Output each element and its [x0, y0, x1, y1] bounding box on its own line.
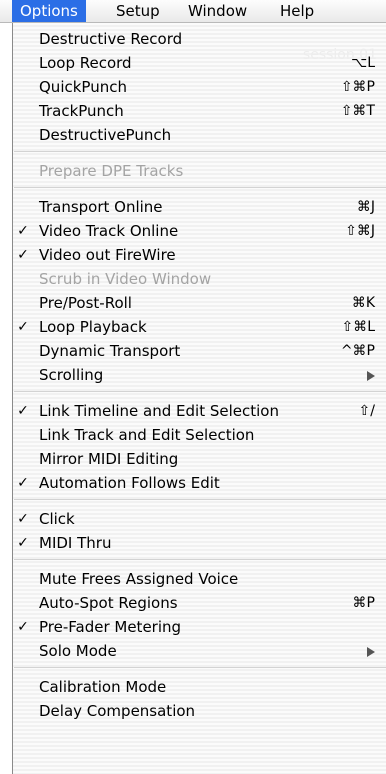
menu-help[interactable]: Help	[272, 0, 322, 22]
menu-item-label: Link Track and Edit Selection	[39, 426, 255, 444]
keyboard-shortcut: ⇧⌘L	[341, 319, 375, 335]
menu-item-scrolling[interactable]: Scrolling	[14, 363, 386, 387]
keyboard-shortcut: ⇧⌘J	[345, 223, 375, 239]
menu-item-automation-follows-edit[interactable]: ✓ Automation Follows Edit	[14, 471, 386, 495]
menu-item-label: Loop Record	[39, 54, 132, 72]
menu-item-video-track-online[interactable]: ✓ Video Track Online ⇧⌘J	[14, 219, 386, 243]
keyboard-shortcut: ⇧⌘P	[340, 79, 375, 95]
menu-separator	[14, 559, 386, 560]
background-window-edge	[0, 23, 12, 774]
menu-item-calibration-mode[interactable]: Calibration Mode	[14, 675, 386, 699]
checkmark-icon: ✓	[17, 319, 29, 335]
menu-item-label: Video Track Online	[39, 222, 179, 240]
keyboard-shortcut: ⇧/	[358, 403, 375, 419]
menu-item-loop-playback[interactable]: ✓ Loop Playback ⇧⌘L	[14, 315, 386, 339]
checkmark-icon: ✓	[17, 403, 29, 419]
menu-item-quickpunch[interactable]: QuickPunch ⇧⌘P	[14, 75, 386, 99]
menu-separator	[14, 391, 386, 392]
menu-item-label: Automation Follows Edit	[39, 474, 220, 492]
menu-item-video-out-firewire[interactable]: ✓ Video out FireWire	[14, 243, 386, 267]
menu-item-label: Pre/Post-Roll	[39, 294, 132, 312]
menu-item-label: Auto-Spot Regions	[39, 594, 178, 612]
menu-setup[interactable]: Setup	[108, 0, 168, 22]
menu-item-auto-spot-regions[interactable]: Auto-Spot Regions ⌘P	[14, 591, 386, 615]
menu-item-label: TrackPunch	[39, 102, 124, 120]
checkmark-icon: ✓	[17, 619, 29, 635]
keyboard-shortcut: ⇧⌘T	[340, 103, 375, 119]
menu-item-destructive-record[interactable]: Destructive Record	[14, 27, 386, 51]
menu-separator	[14, 499, 386, 500]
menu-item-pre-fader-metering[interactable]: ✓ Pre-Fader Metering	[14, 615, 386, 639]
menu-item-label: Dynamic Transport	[39, 342, 181, 360]
menu-item-link-timeline-and-edit-selection[interactable]: ✓ Link Timeline and Edit Selection ⇧/	[14, 399, 386, 423]
menu-item-trackpunch[interactable]: TrackPunch ⇧⌘T	[14, 99, 386, 123]
menu-item-label: Mirror MIDI Editing	[39, 450, 179, 468]
menu-item-destructivepunch[interactable]: DestructivePunch	[14, 123, 386, 147]
keyboard-shortcut: ⌘J	[356, 199, 375, 215]
menu-item-midi-thru[interactable]: ✓ MIDI Thru	[14, 531, 386, 555]
menu-separator	[14, 667, 386, 668]
keyboard-shortcut: ^⌘P	[340, 343, 375, 359]
menu-item-label: DestructivePunch	[39, 126, 172, 144]
menu-item-label: Scrub in Video Window	[39, 270, 212, 288]
menu-item-loop-record[interactable]: Loop Record ⌥L	[14, 51, 386, 75]
checkmark-icon: ✓	[17, 247, 29, 263]
menu-separator	[14, 187, 386, 188]
options-dropdown-menu: session 01 Destructive Record Loop Record…	[12, 23, 386, 774]
menu-item-label: Solo Mode	[39, 642, 117, 660]
menu-item-label: MIDI Thru	[39, 534, 112, 552]
menu-item-label: Calibration Mode	[39, 678, 167, 696]
menu-item-dynamic-transport[interactable]: Dynamic Transport ^⌘P	[14, 339, 386, 363]
checkmark-icon: ✓	[17, 475, 29, 491]
submenu-arrow-icon	[367, 371, 375, 381]
menu-item-label: Delay Compensation	[39, 702, 196, 720]
keyboard-shortcut: ⌘P	[352, 595, 375, 611]
menu-item-label: Pre-Fader Metering	[39, 618, 182, 636]
checkmark-icon: ✓	[17, 535, 29, 551]
menu-item-label: Click	[39, 510, 75, 528]
menu-item-label: Scrolling	[39, 366, 104, 384]
menu-item-link-track-and-edit-selection[interactable]: Link Track and Edit Selection	[14, 423, 386, 447]
menu-bar: Options Setup Window Help	[0, 0, 386, 23]
menu-item-click[interactable]: ✓ Click	[14, 507, 386, 531]
menu-item-label: QuickPunch	[39, 78, 127, 96]
menu-item-mute-frees-assigned-voice[interactable]: Mute Frees Assigned Voice	[14, 567, 386, 591]
submenu-arrow-icon	[367, 647, 375, 657]
menu-item-label: Loop Playback	[39, 318, 147, 336]
keyboard-shortcut: ⌥L	[351, 55, 375, 71]
checkmark-icon: ✓	[17, 223, 29, 239]
menu-item-mirror-midi-editing[interactable]: Mirror MIDI Editing	[14, 447, 386, 471]
menu-item-pre-post-roll[interactable]: Pre/Post-Roll ⌘K	[14, 291, 386, 315]
menu-item-scrub-in-video-window: Scrub in Video Window	[14, 267, 386, 291]
menu-item-label: Video out FireWire	[39, 246, 176, 264]
menu-item-label: Transport Online	[39, 198, 163, 216]
checkmark-icon: ✓	[17, 511, 29, 527]
menu-separator	[14, 151, 386, 152]
menu-window[interactable]: Window	[180, 0, 255, 22]
keyboard-shortcut: ⌘K	[351, 295, 375, 311]
menu-options[interactable]: Options	[12, 0, 86, 22]
menu-item-label: Destructive Record	[39, 30, 183, 48]
menu-item-delay-compensation[interactable]: Delay Compensation	[14, 699, 386, 723]
menu-item-prepare-dpe-tracks: Prepare DPE Tracks	[14, 159, 386, 183]
menu-item-transport-online[interactable]: Transport Online ⌘J	[14, 195, 386, 219]
menu-item-label: Mute Frees Assigned Voice	[39, 570, 239, 588]
menu-item-label: Link Timeline and Edit Selection	[39, 402, 279, 420]
menu-item-label: Prepare DPE Tracks	[39, 162, 184, 180]
menu-item-solo-mode[interactable]: Solo Mode	[14, 639, 386, 663]
